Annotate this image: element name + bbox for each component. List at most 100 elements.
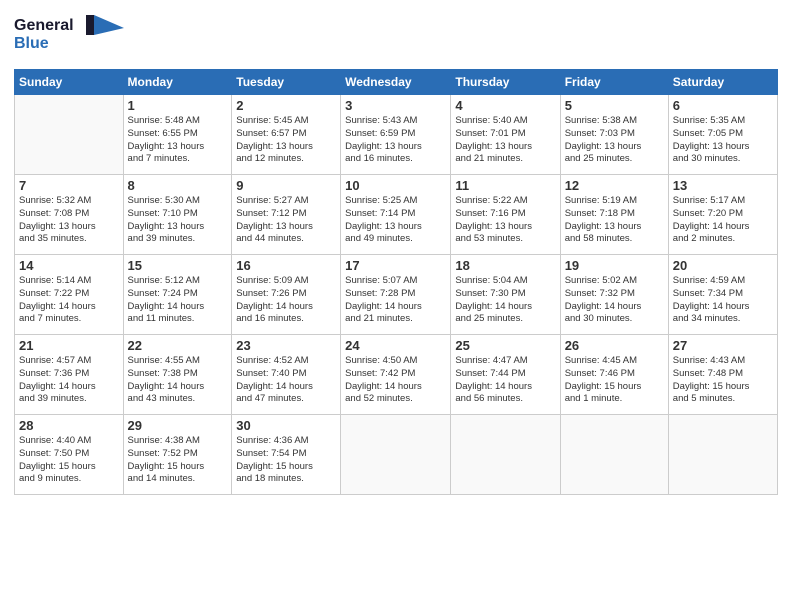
- weekday-header-sunday: Sunday: [15, 70, 124, 95]
- calendar-cell: 20 Sunrise: 4:59 AMSunset: 7:34 PMDayligh…: [668, 255, 777, 335]
- day-info: Sunrise: 5:38 AMSunset: 7:03 PMDaylight:…: [565, 115, 664, 166]
- calendar-cell: [15, 95, 124, 175]
- day-info: Sunrise: 5:07 AMSunset: 7:28 PMDaylight:…: [345, 275, 446, 326]
- svg-text:Blue: Blue: [14, 35, 49, 52]
- calendar-cell: 30Sunrise: 4:36 AMSunset: 7:54 PMDayligh…: [232, 415, 341, 495]
- calendar-cell: [341, 415, 451, 495]
- calendar-cell: 26 Sunrise: 4:45 AMSunset: 7:46 PMDayligh…: [560, 335, 668, 415]
- calendar-cell: 7Sunrise: 5:32 AMSunset: 7:08 PMDaylight…: [15, 175, 124, 255]
- day-info: Sunrise: 5:45 AMSunset: 6:57 PMDaylight:…: [236, 115, 336, 166]
- day-info: Sunrise: 4:43 AMSunset: 7:48 PMDaylight:…: [673, 355, 773, 406]
- day-info: Sunrise: 4:40 AMSunset: 7:50 PMDaylight:…: [19, 435, 119, 486]
- day-info: Sunrise: 5:48 AMSunset: 6:55 PMDaylight:…: [128, 115, 228, 166]
- day-number: 4: [455, 98, 555, 113]
- day-info: Sunrise: 4:59 AMSunset: 7:34 PMDaylight:…: [673, 275, 773, 326]
- calendar-cell: 19 Sunrise: 5:02 AMSunset: 7:32 PMDayligh…: [560, 255, 668, 335]
- day-number: 25: [455, 338, 555, 353]
- day-info: Sunrise: 4:45 AMSunset: 7:46 PMDaylight:…: [565, 355, 664, 406]
- calendar-cell: 25Sunrise: 4:47 AMSunset: 7:44 PMDayligh…: [451, 335, 560, 415]
- calendar-cell: [668, 415, 777, 495]
- calendar-cell: [451, 415, 560, 495]
- day-number: 9: [236, 178, 336, 193]
- day-number: 23: [236, 338, 336, 353]
- day-number: 3: [345, 98, 446, 113]
- day-info: Sunrise: 5:19 AMSunset: 7:18 PMDaylight:…: [565, 195, 664, 246]
- day-info: Sunrise: 4:38 AMSunset: 7:52 PMDaylight:…: [128, 435, 228, 486]
- calendar-cell: 4 Sunrise: 5:40 AMSunset: 7:01 PMDaylight…: [451, 95, 560, 175]
- day-info: Sunrise: 5:09 AMSunset: 7:26 PMDaylight:…: [236, 275, 336, 326]
- day-number: 27: [673, 338, 773, 353]
- calendar-cell: 10 Sunrise: 5:25 AMSunset: 7:14 PMDayligh…: [341, 175, 451, 255]
- day-number: 22: [128, 338, 228, 353]
- week-row-1: 1 Sunrise: 5:48 AMSunset: 6:55 PMDaylight…: [15, 95, 778, 175]
- day-number: 2: [236, 98, 336, 113]
- calendar-cell: 6 Sunrise: 5:35 AMSunset: 7:05 PMDaylight…: [668, 95, 777, 175]
- day-number: 20: [673, 258, 773, 273]
- weekday-header-tuesday: Tuesday: [232, 70, 341, 95]
- calendar-cell: 3Sunrise: 5:43 AMSunset: 6:59 PMDaylight…: [341, 95, 451, 175]
- week-row-2: 7Sunrise: 5:32 AMSunset: 7:08 PMDaylight…: [15, 175, 778, 255]
- day-info: Sunrise: 5:02 AMSunset: 7:32 PMDaylight:…: [565, 275, 664, 326]
- week-row-3: 14Sunrise: 5:14 AMSunset: 7:22 PMDayligh…: [15, 255, 778, 335]
- day-number: 19: [565, 258, 664, 273]
- day-info: Sunrise: 4:52 AMSunset: 7:40 PMDaylight:…: [236, 355, 336, 406]
- calendar-cell: 27 Sunrise: 4:43 AMSunset: 7:48 PMDayligh…: [668, 335, 777, 415]
- calendar-cell: 11 Sunrise: 5:22 AMSunset: 7:16 PMDayligh…: [451, 175, 560, 255]
- day-number: 17: [345, 258, 446, 273]
- calendar-cell: 13Sunrise: 5:17 AMSunset: 7:20 PMDayligh…: [668, 175, 777, 255]
- day-info: Sunrise: 5:12 AMSunset: 7:24 PMDaylight:…: [128, 275, 228, 326]
- day-number: 11: [455, 178, 555, 193]
- calendar-table: SundayMondayTuesdayWednesdayThursdayFrid…: [14, 69, 778, 495]
- day-info: Sunrise: 5:25 AMSunset: 7:14 PMDaylight:…: [345, 195, 446, 246]
- calendar-cell: 28 Sunrise: 4:40 AMSunset: 7:50 PMDayligh…: [15, 415, 124, 495]
- weekday-header-wednesday: Wednesday: [341, 70, 451, 95]
- day-number: 10: [345, 178, 446, 193]
- calendar-cell: 18 Sunrise: 5:04 AMSunset: 7:30 PMDayligh…: [451, 255, 560, 335]
- calendar-cell: 14Sunrise: 5:14 AMSunset: 7:22 PMDayligh…: [15, 255, 124, 335]
- day-number: 12: [565, 178, 664, 193]
- day-info: Sunrise: 5:27 AMSunset: 7:12 PMDaylight:…: [236, 195, 336, 246]
- calendar-cell: 1 Sunrise: 5:48 AMSunset: 6:55 PMDaylight…: [123, 95, 232, 175]
- calendar-cell: 16 Sunrise: 5:09 AMSunset: 7:26 PMDayligh…: [232, 255, 341, 335]
- weekday-header-monday: Monday: [123, 70, 232, 95]
- weekday-header-saturday: Saturday: [668, 70, 777, 95]
- day-info: Sunrise: 4:57 AMSunset: 7:36 PMDaylight:…: [19, 355, 119, 406]
- page-header: General Blue: [14, 10, 778, 59]
- day-number: 5: [565, 98, 664, 113]
- calendar-cell: 15Sunrise: 5:12 AMSunset: 7:24 PMDayligh…: [123, 255, 232, 335]
- calendar-cell: 22 Sunrise: 4:55 AMSunset: 7:38 PMDayligh…: [123, 335, 232, 415]
- week-row-4: 21Sunrise: 4:57 AMSunset: 7:36 PMDayligh…: [15, 335, 778, 415]
- calendar-cell: 17 Sunrise: 5:07 AMSunset: 7:28 PMDayligh…: [341, 255, 451, 335]
- day-info: Sunrise: 5:04 AMSunset: 7:30 PMDaylight:…: [455, 275, 555, 326]
- week-row-5: 28 Sunrise: 4:40 AMSunset: 7:50 PMDayligh…: [15, 415, 778, 495]
- calendar-cell: 23 Sunrise: 4:52 AMSunset: 7:40 PMDayligh…: [232, 335, 341, 415]
- weekday-header-friday: Friday: [560, 70, 668, 95]
- day-number: 26: [565, 338, 664, 353]
- day-info: Sunrise: 4:50 AMSunset: 7:42 PMDaylight:…: [345, 355, 446, 406]
- day-number: 6: [673, 98, 773, 113]
- calendar-cell: 5 Sunrise: 5:38 AMSunset: 7:03 PMDaylight…: [560, 95, 668, 175]
- day-number: 7: [19, 178, 119, 193]
- logo: General Blue: [14, 10, 124, 59]
- day-number: 30: [236, 418, 336, 433]
- day-info: Sunrise: 5:17 AMSunset: 7:20 PMDaylight:…: [673, 195, 773, 246]
- day-number: 24: [345, 338, 446, 353]
- weekday-header-thursday: Thursday: [451, 70, 560, 95]
- day-number: 1: [128, 98, 228, 113]
- calendar-cell: [560, 415, 668, 495]
- day-info: Sunrise: 5:35 AMSunset: 7:05 PMDaylight:…: [673, 115, 773, 166]
- calendar-cell: 9 Sunrise: 5:27 AMSunset: 7:12 PMDaylight…: [232, 175, 341, 255]
- calendar-cell: 2 Sunrise: 5:45 AMSunset: 6:57 PMDaylight…: [232, 95, 341, 175]
- day-info: Sunrise: 5:40 AMSunset: 7:01 PMDaylight:…: [455, 115, 555, 166]
- day-info: Sunrise: 5:22 AMSunset: 7:16 PMDaylight:…: [455, 195, 555, 246]
- day-number: 28: [19, 418, 119, 433]
- day-number: 29: [128, 418, 228, 433]
- calendar-cell: 12 Sunrise: 5:19 AMSunset: 7:18 PMDayligh…: [560, 175, 668, 255]
- svg-text:General: General: [14, 17, 74, 34]
- day-info: Sunrise: 5:30 AMSunset: 7:10 PMDaylight:…: [128, 195, 228, 246]
- day-info: Sunrise: 4:55 AMSunset: 7:38 PMDaylight:…: [128, 355, 228, 406]
- logo-text: General Blue: [14, 10, 124, 59]
- day-number: 18: [455, 258, 555, 273]
- weekday-header-row: SundayMondayTuesdayWednesdayThursdayFrid…: [15, 70, 778, 95]
- day-number: 16: [236, 258, 336, 273]
